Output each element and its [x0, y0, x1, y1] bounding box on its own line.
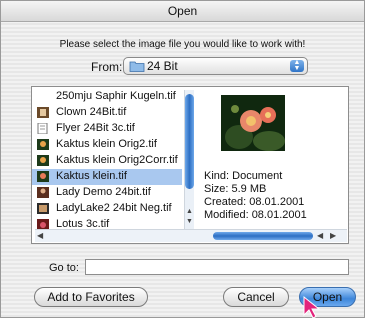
file-browser: 250mju Saphir Kugeln.tif Clown 24Bit.tif…: [31, 86, 349, 244]
scrollbar-thumb[interactable]: [185, 94, 194, 189]
document-file-icon: [37, 123, 48, 134]
file-name: Kaktus klein Orig2.tif: [56, 138, 157, 150]
preview-kind: Kind: Document: [204, 170, 283, 182]
horizontal-scrollbar-thumb[interactable]: [213, 232, 313, 240]
scroll-down-icon[interactable]: ▼: [185, 218, 194, 225]
goto-label: Go to:: [49, 262, 79, 274]
popup-arrows-icon: ▲ ▼: [290, 59, 304, 72]
add-to-favorites-button[interactable]: Add to Favorites: [34, 287, 148, 307]
instruction-text: Please select the image file you would l…: [59, 39, 306, 50]
image-file-icon: [37, 187, 49, 198]
open-dialog: Open Please select the image file you wo…: [0, 0, 365, 319]
file-item-selected[interactable]: Kaktus klein.tif: [32, 169, 182, 185]
scroll-left-icon[interactable]: ◀: [37, 231, 43, 240]
cancel-button[interactable]: Cancel: [223, 287, 289, 307]
file-name: 250mju Saphir Kugeln.tif: [56, 90, 176, 102]
file-list-scrollbar[interactable]: ▲ ▼: [184, 90, 194, 230]
preview-modified: Modified: 08.01.2001: [204, 209, 307, 221]
from-location-value: 24 Bit: [147, 59, 178, 73]
file-name: LadyLake2 24bit Neg.tif: [56, 202, 172, 214]
image-file-icon: [37, 171, 49, 182]
horizontal-scrollbar[interactable]: ◀ ◀ ▶: [35, 229, 347, 242]
file-item[interactable]: Kaktus klein Orig2.tif: [32, 137, 182, 153]
from-label: From:: [91, 60, 123, 74]
preview-thumbnail: [221, 95, 285, 151]
file-item[interactable]: 250mju Saphir Kugeln.tif: [32, 89, 182, 105]
image-file-icon: [37, 139, 49, 150]
goto-input[interactable]: [85, 259, 349, 275]
file-list: 250mju Saphir Kugeln.tif Clown 24Bit.tif…: [32, 87, 182, 230]
file-name: Flyer 24Bit 3c.tif: [56, 122, 135, 134]
scroll-up-icon[interactable]: ▲: [185, 208, 194, 215]
image-file-icon: [37, 203, 49, 214]
image-file-icon: [37, 155, 49, 166]
folder-icon: [129, 61, 145, 72]
image-file-icon: [37, 107, 49, 118]
file-name: Clown 24Bit.tif: [56, 106, 127, 118]
from-location-popup[interactable]: 24 Bit ▲ ▼: [123, 57, 308, 75]
file-item[interactable]: Clown 24Bit.tif: [32, 105, 182, 121]
scroll-right-icon[interactable]: ▶: [330, 231, 336, 240]
pointer-cursor-icon: [303, 295, 321, 319]
window-title: Open: [1, 1, 364, 22]
file-item[interactable]: Kaktus klein Orig2Corr.tif: [32, 153, 182, 169]
file-item[interactable]: LadyLake2 24bit Neg.tif: [32, 201, 182, 217]
file-name: Lady Demo 24bit.tif: [56, 186, 151, 198]
file-name: Kaktus klein Orig2Corr.tif: [56, 154, 178, 166]
preview-size: Size: 5.9 MB: [204, 183, 267, 195]
file-name: Kaktus klein.tif: [56, 170, 127, 182]
scroll-left-icon[interactable]: ◀: [317, 231, 323, 240]
file-item[interactable]: Flyer 24Bit 3c.tif: [32, 121, 182, 137]
file-item[interactable]: Lady Demo 24bit.tif: [32, 185, 182, 201]
preview-created: Created: 08.01.2001: [204, 196, 305, 208]
